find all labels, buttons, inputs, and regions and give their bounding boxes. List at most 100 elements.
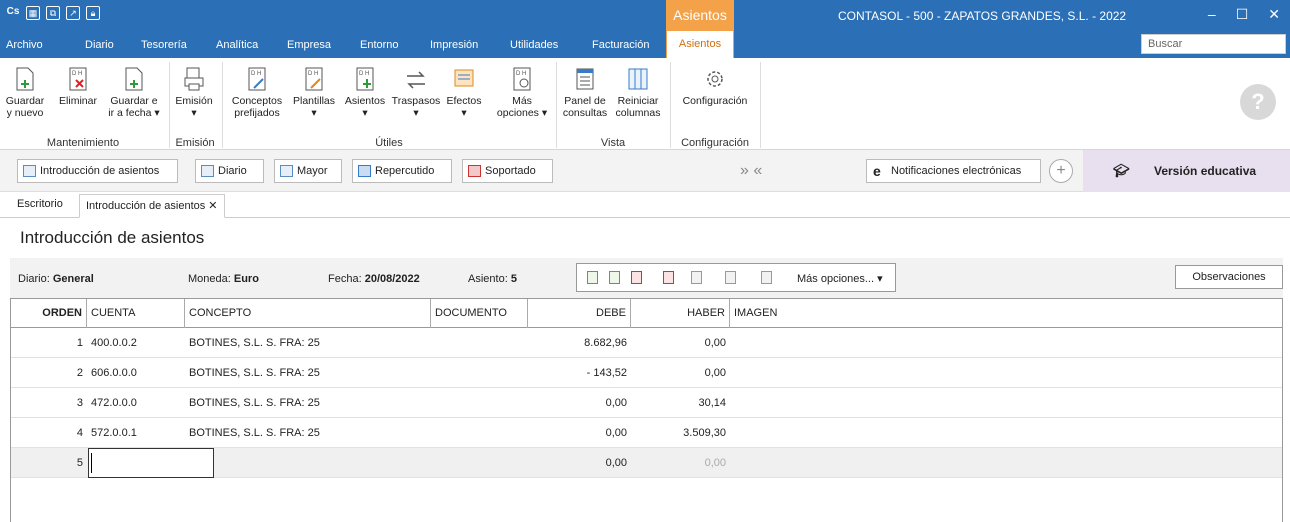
diario-field: Diario: General xyxy=(18,273,94,285)
menu-analitica[interactable]: Analítica xyxy=(216,39,258,51)
guardar-fecha-button[interactable]: Guardar e ir a fecha ▾ xyxy=(106,66,162,119)
cuenta-input[interactable] xyxy=(88,448,214,478)
observaciones-button[interactable]: Observaciones xyxy=(1175,265,1283,289)
shortcut-bar: Introducción de asientos Diario Mayor Re… xyxy=(0,150,1290,192)
export-icon[interactable]: ↗ xyxy=(66,6,80,20)
asiento-field: Asiento: 5 xyxy=(468,273,517,285)
traspasos-button[interactable]: Traspasos ▾ xyxy=(390,66,442,119)
search-input[interactable]: Buscar xyxy=(1141,34,1286,54)
conceptos-prefijados-button[interactable]: D H Conceptos prefijados xyxy=(228,66,286,119)
asientos-button[interactable]: D H Asientos ▾ xyxy=(340,66,390,119)
menu-empresa[interactable]: Empresa xyxy=(287,39,331,51)
table-row[interactable]: 1 400.0.0.2 BOTINES, S.L. S. FRA: 25 8.6… xyxy=(11,328,1282,358)
printer-icon xyxy=(184,67,204,91)
panel-icon xyxy=(576,68,594,90)
group-utiles: Útiles xyxy=(375,137,403,149)
tab-asientos[interactable]: Asientos xyxy=(666,31,734,58)
guardar-nuevo-button[interactable]: Guardar y nuevo xyxy=(0,66,50,119)
copy-icon[interactable]: ⧉ xyxy=(46,6,60,20)
col-imagen[interactable]: IMAGEN xyxy=(730,299,1282,328)
delete-entry-icon: D H xyxy=(69,67,87,91)
window-title: CONTASOL - 500 - ZAPATOS GRANDES, S.L. -… xyxy=(838,9,1127,23)
col-orden[interactable]: ORDEN xyxy=(11,299,87,328)
col-concepto[interactable]: CONCEPTO xyxy=(185,299,431,328)
col-debe[interactable]: DEBE xyxy=(528,299,631,328)
input-vat-icon xyxy=(468,165,481,177)
shortcut-notificaciones[interactable]: e Notificaciones electrónicas xyxy=(866,159,1041,183)
journal-icon xyxy=(201,165,214,177)
shortcut-diario[interactable]: Diario xyxy=(195,159,264,183)
educational-version-banner: 🎓︎ Versión educativa xyxy=(1083,150,1290,192)
col-cuenta[interactable]: CUENTA xyxy=(87,299,185,328)
templates-icon: D H xyxy=(305,67,323,91)
menu-facturacion[interactable]: Facturación xyxy=(592,39,649,51)
paste-line-icon[interactable] xyxy=(725,271,736,284)
shortcut-repercutido[interactable]: Repercutido xyxy=(352,159,452,183)
efectos-button[interactable]: Efectos ▾ xyxy=(442,66,486,119)
e-notification-icon: e xyxy=(873,163,881,179)
table-row[interactable]: 3 472.0.0.0 BOTINES, S.L. S. FRA: 25 0,0… xyxy=(11,388,1282,418)
title-bar: Cs ▦ ⧉ ↗ 🔒︎ Asientos CONTASOL - 500 - ZA… xyxy=(0,0,1290,31)
emision-button[interactable]: Emisión ▾ xyxy=(172,66,216,119)
copy-line-icon[interactable] xyxy=(691,271,702,284)
group-mantenimiento: Mantenimiento xyxy=(46,137,120,149)
fecha-field: Fecha: 20/08/2022 xyxy=(328,273,420,285)
close-icon[interactable]: ✕ xyxy=(1268,6,1280,23)
col-documento[interactable]: DOCUMENTO xyxy=(431,299,528,328)
new-document-date-icon xyxy=(125,67,143,91)
svg-text:D H: D H xyxy=(359,71,369,77)
shortcut-soportado[interactable]: Soportado xyxy=(462,159,553,183)
configuracion-button[interactable]: Configuración xyxy=(674,66,756,107)
entries-icon: D H xyxy=(356,67,374,91)
shortcut-introduccion-asientos[interactable]: Introducción de asientos xyxy=(17,159,178,183)
graduation-cap-icon: 🎓︎ xyxy=(1113,163,1130,178)
shortcut-mayor[interactable]: Mayor xyxy=(274,159,342,183)
table-row[interactable]: 4 572.0.0.1 BOTINES, S.L. S. FRA: 25 0,0… xyxy=(11,418,1282,448)
plantillas-button[interactable]: D H Plantillas ▾ xyxy=(288,66,340,119)
calendar-icon[interactable]: ▦ xyxy=(26,6,40,20)
scroll-arrows[interactable]: » « xyxy=(740,162,762,180)
table-row[interactable]: 2 606.0.0.0 BOTINES, S.L. S. FRA: 25 - 1… xyxy=(11,358,1282,388)
output-vat-icon xyxy=(358,165,371,177)
insert-line-icon[interactable] xyxy=(587,271,598,284)
window-controls: – ☐ ✕ xyxy=(1208,6,1280,23)
tab-introduccion-asientos[interactable]: Introducción de asientos ✕ xyxy=(79,194,225,218)
minimize-icon[interactable]: – xyxy=(1208,6,1216,23)
table-row-editing[interactable]: 5 0,00 0,00 xyxy=(11,448,1282,478)
group-vista: Vista xyxy=(600,137,626,149)
menu-archivo[interactable]: Archivo xyxy=(6,39,43,51)
insert-line-below-icon[interactable] xyxy=(609,271,620,284)
help-icon[interactable]: ? xyxy=(1240,84,1276,120)
reiniciar-columnas-button[interactable]: Reiniciar columnas xyxy=(612,66,664,119)
ribbon-divider xyxy=(760,62,761,148)
add-shortcut-button[interactable]: + xyxy=(1049,159,1073,183)
moneda-field: Moneda: Euro xyxy=(188,273,259,285)
ribbon-divider xyxy=(222,62,223,148)
col-haber[interactable]: HABER xyxy=(631,299,730,328)
columns-icon xyxy=(628,68,648,90)
panel-consultas-button[interactable]: Panel de consultas xyxy=(560,66,610,119)
page-title: Introducción de asientos xyxy=(20,228,205,247)
ribbon: Guardar y nuevo D H Eliminar Guardar e i… xyxy=(0,58,1290,150)
transfer-icon xyxy=(407,71,425,89)
eliminar-button[interactable]: D H Eliminar xyxy=(56,66,100,107)
menu-impresion[interactable]: Impresión xyxy=(430,39,478,51)
insert-line-red-icon[interactable] xyxy=(631,271,642,284)
menu-tesoreria[interactable]: Tesorería xyxy=(141,39,187,51)
line-tools: Más opciones... ▾ xyxy=(576,263,896,292)
ribbon-divider xyxy=(169,62,170,148)
delete-line-icon[interactable] xyxy=(663,271,674,284)
mas-opciones-button[interactable]: D H Más opciones ▾ xyxy=(494,66,550,119)
menu-entorno[interactable]: Entorno xyxy=(360,39,399,51)
document-line-icon[interactable] xyxy=(761,271,772,284)
maximize-icon[interactable]: ☐ xyxy=(1236,6,1249,23)
menu-bar: Archivo Diario Tesorería Analítica Empre… xyxy=(0,31,1290,58)
menu-utilidades[interactable]: Utilidades xyxy=(510,39,558,51)
menu-diario[interactable]: Diario xyxy=(85,39,114,51)
tab-escritorio[interactable]: Escritorio xyxy=(17,198,63,210)
ledger-icon xyxy=(280,165,293,177)
more-options-dropdown[interactable]: Más opciones... ▾ xyxy=(797,272,883,285)
lock-icon[interactable]: 🔒︎ xyxy=(86,6,100,20)
svg-text:D H: D H xyxy=(251,71,261,77)
app-logo-icon: Cs xyxy=(6,6,20,17)
